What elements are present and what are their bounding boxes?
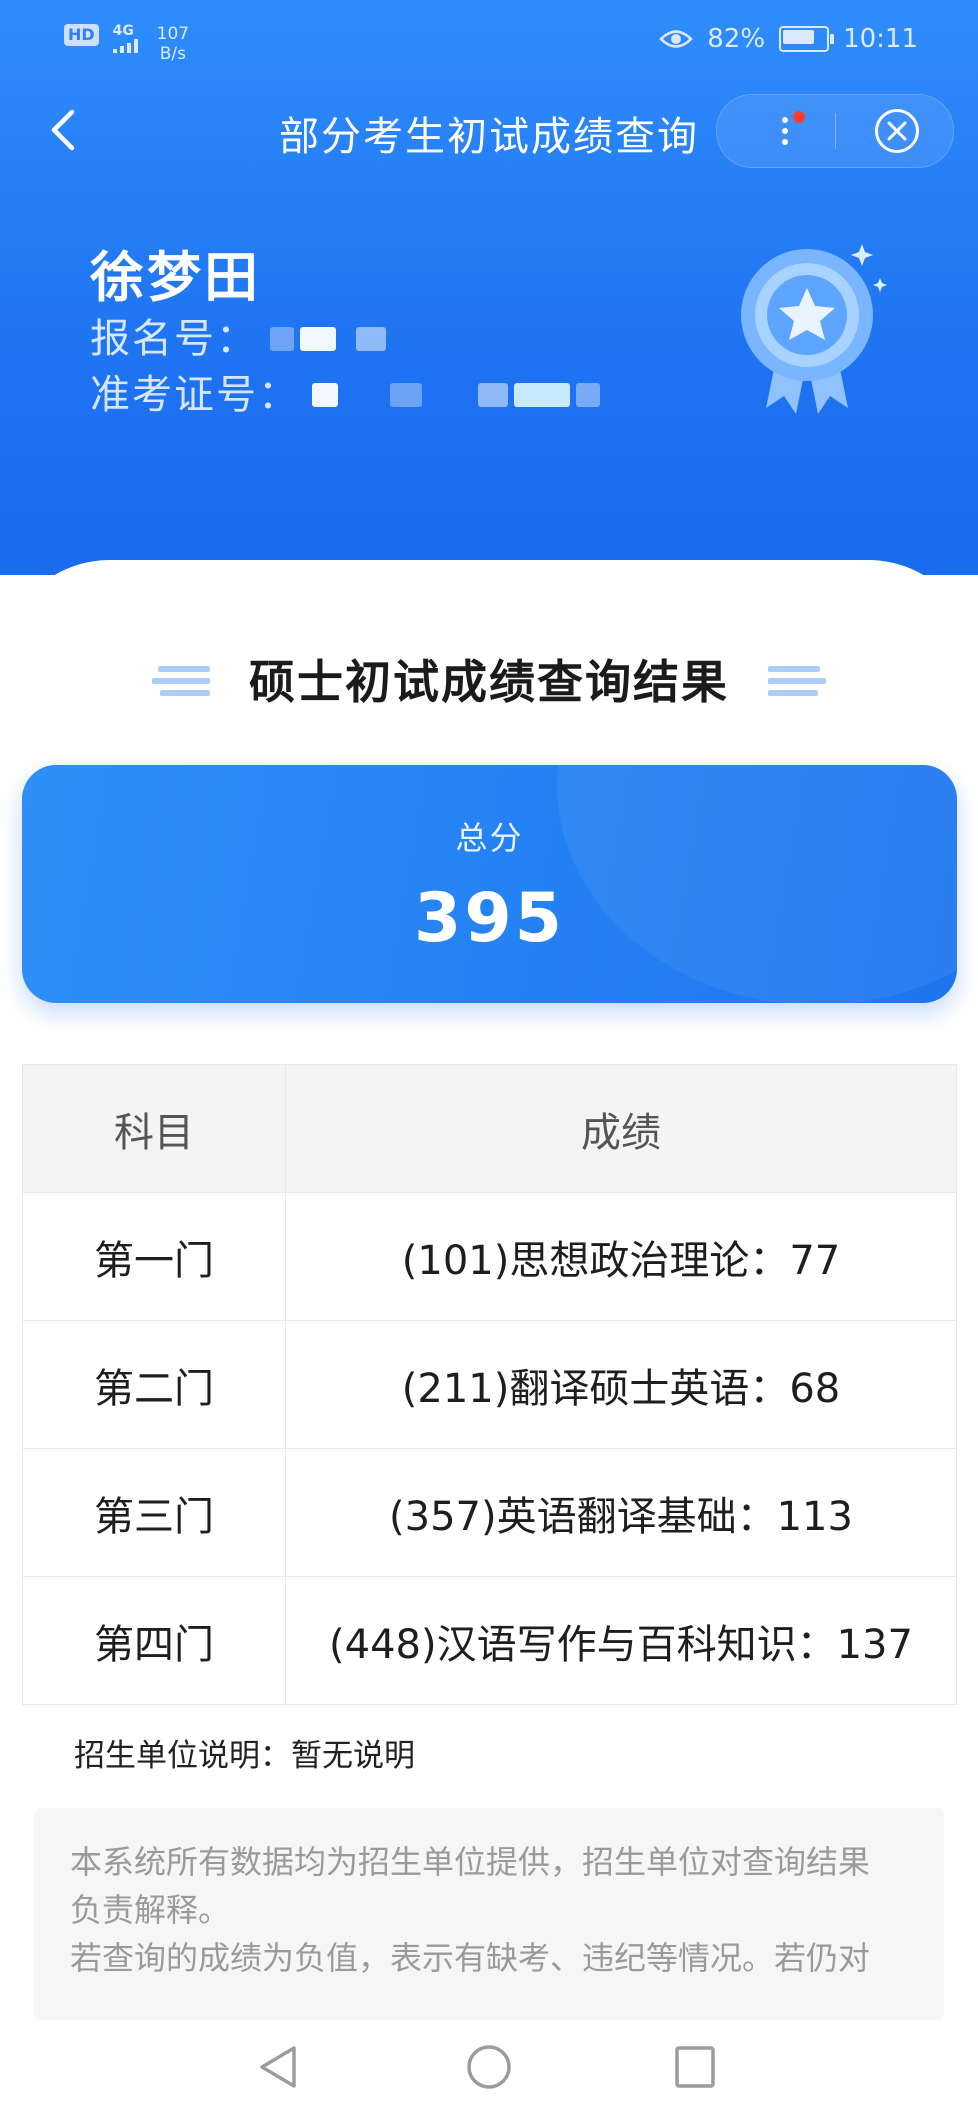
network-speed: 107 B/s bbox=[156, 24, 190, 64]
subject-cell: 第二门 bbox=[22, 1320, 286, 1449]
score-cell: (211)翻译硕士英语：68 bbox=[285, 1320, 957, 1449]
signal-icon bbox=[112, 39, 138, 53]
nav-bar: 部分考生初试成绩查询 bbox=[0, 90, 978, 170]
table-row: 第四门 (448)汉语写作与百科知识：137 bbox=[22, 1576, 957, 1705]
signal-indicator: 4G bbox=[112, 23, 143, 53]
more-button[interactable] bbox=[757, 103, 813, 159]
disclaimer-line: 若查询的成绩为负值，表示有缺考、违纪等情况。若仍对 bbox=[70, 1939, 871, 1977]
disclaimer-box: 本系统所有数据均为招生单位提供，招生单位对查询结果 负责解释。 若查询的成绩为负… bbox=[34, 1808, 944, 2020]
registration-number-row: 报名号： bbox=[90, 311, 600, 367]
nav-back-icon[interactable] bbox=[256, 2042, 302, 2092]
score-cell: (357)英语翻译基础：113 bbox=[285, 1448, 957, 1577]
table-header-row: 科目 成绩 bbox=[22, 1064, 957, 1193]
nav-recents-icon[interactable] bbox=[672, 2042, 718, 2092]
score-table: 科目 成绩 第一门 (101)思想政治理论：77 第二门 (211)翻译硕士英语… bbox=[22, 1064, 957, 1705]
table-row: 第三门 (357)英语翻译基础：113 bbox=[22, 1448, 957, 1577]
table-row: 第二门 (211)翻译硕士英语：68 bbox=[22, 1320, 957, 1449]
score-cell: (448)汉语写作与百科知识：137 bbox=[285, 1576, 957, 1705]
system-navigation-bar bbox=[0, 2020, 978, 2119]
admission-number-redacted bbox=[300, 383, 600, 407]
medal-icon bbox=[741, 244, 887, 414]
total-score-card: 总分 395 bbox=[22, 765, 957, 1003]
total-score-label: 总分 bbox=[455, 819, 524, 857]
institution-note: 招生单位说明：暂无说明 bbox=[74, 1738, 415, 1774]
network-type: 4G bbox=[112, 23, 134, 39]
notification-dot bbox=[793, 111, 805, 123]
admission-number-label: 准考证号： bbox=[90, 372, 300, 418]
registration-number-redacted bbox=[258, 327, 386, 351]
score-cell: (101)思想政治理论：77 bbox=[285, 1192, 957, 1321]
result-title: 硕士初试成绩查询结果 bbox=[249, 655, 729, 709]
close-button[interactable] bbox=[875, 109, 919, 153]
column-header-score: 成绩 bbox=[285, 1064, 957, 1193]
capsule-divider bbox=[835, 113, 836, 149]
nav-home-icon[interactable] bbox=[464, 2042, 514, 2092]
hd-indicator: HD bbox=[64, 24, 99, 46]
candidate-profile: 徐梦田 报名号： 准考证号： bbox=[90, 245, 600, 423]
status-bar: HD 4G 107 B/s 82% 10:11 bbox=[0, 0, 978, 80]
total-score-value: 395 bbox=[414, 879, 565, 958]
candidate-name: 徐梦田 bbox=[90, 246, 261, 309]
mini-program-capsule bbox=[716, 94, 954, 168]
admission-number-row: 准考证号： bbox=[90, 367, 600, 423]
clock: 10:11 bbox=[843, 24, 918, 54]
battery-icon bbox=[779, 26, 835, 52]
subject-cell: 第三门 bbox=[22, 1448, 286, 1577]
title-decoration-right bbox=[768, 666, 826, 702]
battery-percent: 82% bbox=[707, 24, 766, 54]
table-row: 第一门 (101)思想政治理论：77 bbox=[22, 1192, 957, 1321]
close-circle-icon bbox=[887, 121, 907, 141]
disclaimer-line: 本系统所有数据均为招生单位提供，招生单位对查询结果 bbox=[70, 1843, 871, 1881]
registration-number-label: 报名号： bbox=[90, 316, 258, 362]
subject-cell: 第一门 bbox=[22, 1192, 286, 1321]
disclaimer-line: 负责解释。 bbox=[70, 1891, 231, 1929]
eye-icon bbox=[659, 30, 694, 48]
subject-cell: 第四门 bbox=[22, 1576, 286, 1705]
column-header-subject: 科目 bbox=[22, 1064, 286, 1193]
